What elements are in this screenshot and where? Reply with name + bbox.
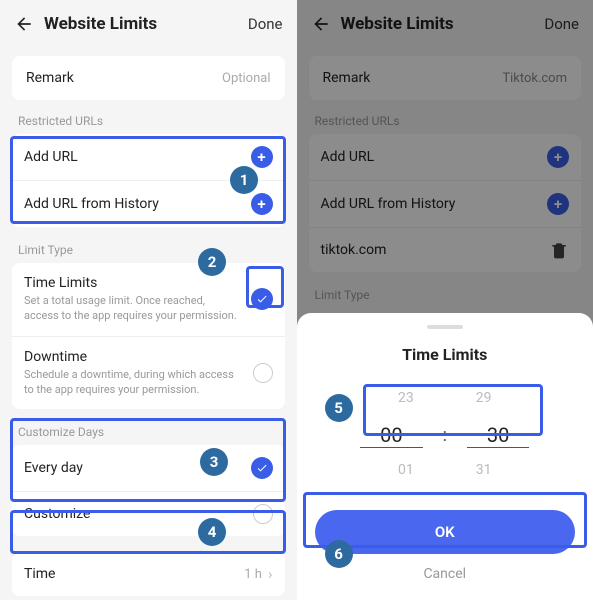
sheet-handle[interactable]	[427, 325, 463, 329]
remark-value: Tiktok.com	[502, 71, 567, 86]
time-picker[interactable]: 23 29 00 : 30 01 31	[315, 390, 576, 480]
add-url-label: Add URL	[24, 149, 251, 165]
add-url-history-row[interactable]: Add URL from History +	[309, 180, 582, 227]
picker-min[interactable]: 30	[467, 423, 529, 448]
time-limits-sheet: Time Limits 23 29 00 : 30 01 31 OK	[297, 313, 593, 600]
page-title: Website Limits	[44, 14, 248, 34]
add-url-history-label: Add URL from History	[24, 196, 251, 212]
ok-button[interactable]: OK	[315, 510, 576, 554]
add-url-row[interactable]: Add URL +	[12, 134, 285, 180]
plus-icon[interactable]: +	[251, 146, 273, 168]
section-limit-type: Limit Type	[297, 288, 593, 308]
picker-hour[interactable]: 00	[360, 423, 422, 448]
checkmark-icon[interactable]	[251, 288, 273, 310]
every-day-label: Every day	[24, 460, 251, 476]
sheet-title: Time Limits	[315, 345, 576, 364]
add-url-label: Add URL	[321, 149, 548, 165]
time-row[interactable]: Time 1 h ›	[12, 552, 285, 596]
add-url-row[interactable]: Add URL +	[309, 134, 582, 180]
add-url-history-label: Add URL from History	[321, 196, 548, 212]
section-restricted-urls: Restricted URLs	[297, 114, 593, 134]
radio-unchecked-icon[interactable]	[253, 504, 273, 524]
time-limits-sub: Set a total usage limit. Once reached, a…	[24, 294, 241, 324]
remark-field[interactable]: Remark Tiktok.com	[309, 56, 582, 100]
time-label: Time	[24, 566, 244, 582]
checkmark-icon[interactable]	[251, 457, 273, 479]
url-entry-label: tiktok.com	[321, 242, 550, 258]
time-limits-title: Time Limits	[24, 275, 241, 291]
trash-icon[interactable]	[549, 240, 569, 260]
back-arrow-icon[interactable]	[14, 14, 34, 34]
remark-label: Remark	[26, 70, 222, 86]
picker-prev-min: 29	[476, 390, 492, 408]
page-title: Website Limits	[341, 14, 545, 34]
customize-row[interactable]: Customize	[12, 491, 285, 536]
left-pane: Website Limits Done Remark Optional Rest…	[0, 0, 297, 600]
header: Website Limits Done	[0, 0, 297, 48]
time-card: Time 1 h ›	[12, 552, 285, 596]
section-limit-type: Limit Type	[0, 243, 297, 263]
customize-label: Customize	[24, 506, 253, 522]
remark-label: Remark	[323, 70, 503, 86]
cancel-button[interactable]: Cancel	[315, 566, 576, 582]
done-button[interactable]: Done	[248, 15, 283, 33]
plus-icon[interactable]: +	[547, 146, 569, 168]
picker-prev-hour: 23	[398, 390, 414, 408]
every-day-row[interactable]: Every day	[12, 445, 285, 491]
add-url-history-row[interactable]: Add URL from History +	[12, 180, 285, 227]
picker-next-min: 31	[476, 462, 492, 480]
back-arrow-icon[interactable]	[311, 14, 331, 34]
plus-icon[interactable]: +	[547, 193, 569, 215]
url-entry-row[interactable]: tiktok.com	[309, 227, 582, 272]
remark-placeholder: Optional	[222, 71, 270, 86]
remark-field[interactable]: Remark Optional	[12, 56, 285, 100]
plus-icon[interactable]: +	[251, 193, 273, 215]
picker-next-hour: 01	[398, 462, 414, 480]
limit-type-card: Time Limits Set a total usage limit. Onc…	[12, 263, 285, 409]
header: Website Limits Done	[297, 0, 593, 48]
time-value: 1 h	[244, 567, 262, 582]
downtime-title: Downtime	[24, 349, 243, 365]
time-limits-row[interactable]: Time Limits Set a total usage limit. Onc…	[12, 263, 285, 336]
downtime-sub: Schedule a downtime, during which access…	[24, 368, 243, 398]
chevron-right-icon: ›	[268, 565, 273, 583]
colon: :	[443, 425, 447, 446]
downtime-row[interactable]: Downtime Schedule a downtime, during whi…	[12, 336, 285, 410]
radio-unchecked-icon[interactable]	[253, 363, 273, 383]
urls-card: Add URL + Add URL from History +	[12, 134, 285, 227]
right-pane: Website Limits Done Remark Tiktok.com Re…	[297, 0, 593, 600]
done-button[interactable]: Done	[544, 15, 579, 33]
urls-card: Add URL + Add URL from History + tiktok.…	[309, 134, 582, 272]
section-days: Customize Days	[0, 425, 297, 445]
section-restricted-urls: Restricted URLs	[0, 114, 297, 134]
days-card: Every day Customize	[12, 445, 285, 536]
